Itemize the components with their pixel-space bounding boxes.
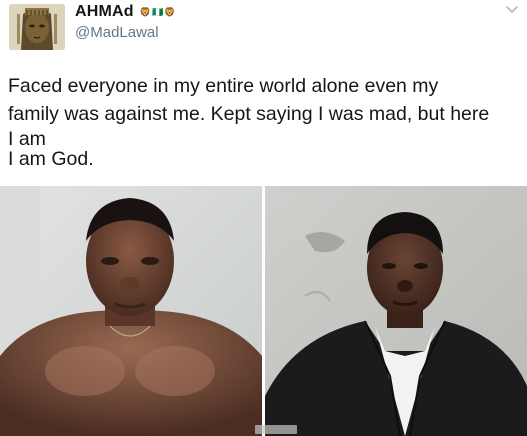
shirtless-selfie-image bbox=[0, 186, 262, 436]
user-info[interactable]: AHMAd 🦁🇳🇬🦁 @MadLawal bbox=[75, 2, 176, 41]
suit-portrait-image bbox=[265, 186, 527, 436]
tweet-text-line: I am God. bbox=[8, 148, 94, 170]
tweet-menu-button[interactable] bbox=[504, 3, 520, 17]
name-emojis: 🦁🇳🇬🦁 bbox=[139, 6, 177, 17]
display-name[interactable]: AHMAd bbox=[75, 3, 134, 21]
photo-suit-portrait[interactable] bbox=[265, 186, 527, 436]
tweet-text-line: Faced everyone in my entire world alone … bbox=[8, 75, 439, 97]
tweet-text: Faced everyone in my entire world alone … bbox=[8, 72, 523, 169]
avatar[interactable] bbox=[9, 4, 65, 50]
tweet-text-line: family was against me. Kept saying I was… bbox=[8, 103, 490, 125]
tweet-card: AHMAd 🦁🇳🇬🦁 @MadLawal Faced everyone in m… bbox=[0, 0, 527, 436]
photo-shirtless-selfie[interactable] bbox=[0, 186, 262, 436]
watermark bbox=[255, 425, 297, 434]
chevron-down-icon bbox=[506, 6, 518, 13]
name-row: AHMAd 🦁🇳🇬🦁 bbox=[75, 2, 176, 22]
user-handle[interactable]: @MadLawal bbox=[75, 24, 176, 41]
bronze-mask-avatar-image bbox=[9, 4, 65, 50]
tweet-media bbox=[0, 186, 527, 436]
tweet-text-line: I am bbox=[8, 128, 46, 150]
